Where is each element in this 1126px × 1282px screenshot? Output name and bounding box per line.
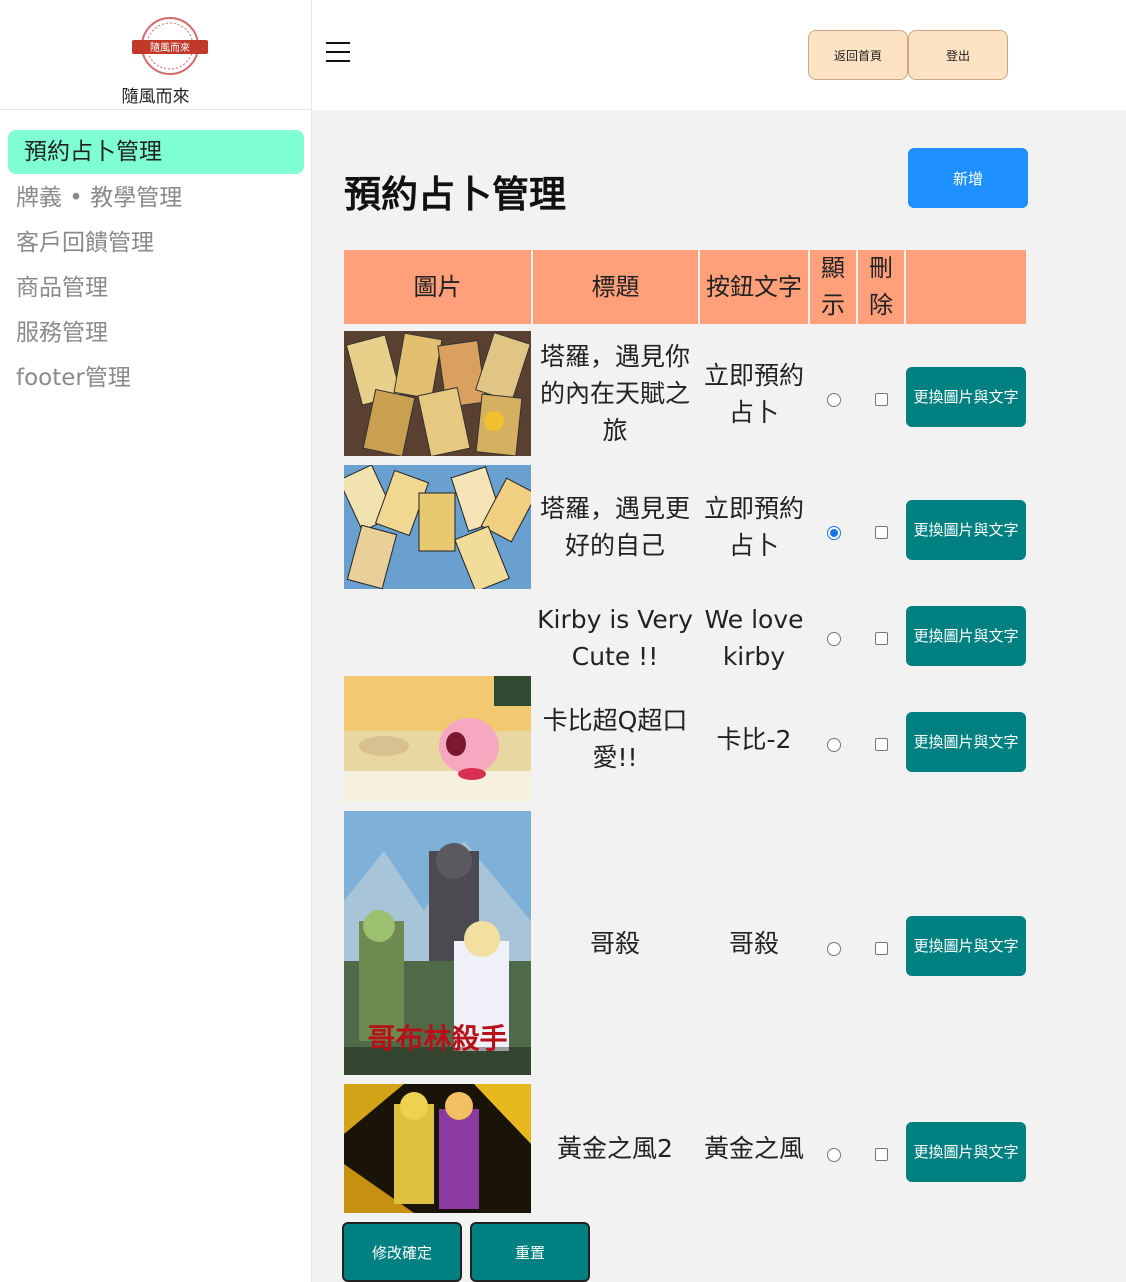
row-title: 塔羅，遇見你的內在天賦之旅 (539, 342, 690, 445)
column-header-show: 顯示 (810, 250, 856, 324)
sidebar-item-services[interactable]: 服務管理 (16, 313, 108, 353)
row-title: 塔羅，遇見更好的自己 (539, 494, 690, 560)
row-title: 黃金之風2 (557, 1134, 673, 1163)
show-radio[interactable] (827, 632, 841, 646)
sidebar-item-feedback[interactable]: 客戶回饋管理 (16, 223, 154, 263)
delete-checkbox[interactable] (875, 1148, 889, 1162)
change-image-text-button[interactable]: 更換圖片與文字 (906, 606, 1026, 666)
row-image: 哥布林殺手 (344, 811, 531, 1075)
home-button[interactable]: 返回首頁 (808, 30, 908, 80)
top-bar: 返回首頁 登出 (312, 0, 1126, 109)
row-image (344, 1084, 531, 1213)
show-radio[interactable] (827, 1148, 841, 1162)
main-content: 預約占卜管理 新增 圖片 標題 按鈕文字 顯示 刪除 塔羅，遇見你的內在天賦之旅… (312, 110, 1126, 1282)
golden-wind-image (344, 1084, 531, 1213)
column-header-delete: 刪除 (858, 250, 904, 324)
logo-area: 隨風而來 隨風而來 (0, 0, 312, 110)
row-title: 哥殺 (589, 928, 640, 958)
svg-text:隨風而來: 隨風而來 (150, 41, 190, 54)
logout-button[interactable]: 登出 (908, 30, 1008, 80)
row-button-text: We love kirby (704, 605, 804, 671)
show-radio[interactable] (827, 393, 841, 407)
poster-caption: 哥布林殺手 (367, 1022, 508, 1055)
row-image (344, 331, 531, 456)
row-title: Kirby is Very Cute !! (537, 605, 693, 671)
menu-icon[interactable] (326, 42, 350, 64)
change-image-text-button[interactable]: 更換圖片與文字 (906, 712, 1026, 772)
confirm-button[interactable]: 修改確定 (342, 1222, 462, 1282)
show-radio[interactable] (827, 526, 841, 540)
row-button-text: 卡比-2 (716, 724, 792, 754)
column-header-button-text: 按鈕文字 (700, 250, 808, 324)
row-image (344, 676, 531, 802)
row-button-text: 立即預約占卜 (703, 360, 804, 427)
sidebar-item-booking[interactable]: 預約占卜管理 (8, 130, 304, 174)
row-button-text: 哥殺 (728, 928, 779, 958)
sidebar: 預約占卜管理 牌義 • 教學管理 客戶回饋管理 商品管理 服務管理 footer… (0, 110, 312, 1282)
sidebar-item-teaching[interactable]: 牌義 • 教學管理 (16, 178, 182, 218)
page-title: 預約占卜管理 (344, 173, 566, 216)
sidebar-item-footer[interactable]: footer管理 (16, 358, 131, 398)
sidebar-item-products[interactable]: 商品管理 (16, 268, 108, 308)
change-image-text-button[interactable]: 更換圖片與文字 (906, 916, 1026, 976)
row-image (344, 465, 531, 589)
show-radio[interactable] (827, 738, 841, 752)
add-button[interactable]: 新增 (908, 148, 1028, 208)
change-image-text-button[interactable]: 更換圖片與文字 (906, 1122, 1026, 1182)
reset-button[interactable]: 重置 (470, 1222, 590, 1282)
show-radio[interactable] (827, 942, 841, 956)
delete-checkbox[interactable] (875, 393, 889, 407)
delete-checkbox[interactable] (875, 942, 889, 956)
kirby-image (344, 676, 531, 802)
column-header-image: 圖片 (344, 250, 531, 324)
column-header-actions (906, 250, 1026, 324)
delete-checkbox[interactable] (875, 738, 889, 752)
change-image-text-button[interactable]: 更換圖片與文字 (906, 367, 1026, 427)
logo-seal-icon: 隨風而來 (132, 17, 208, 75)
row-button-text: 黃金之風 (703, 1134, 804, 1163)
delete-checkbox[interactable] (875, 632, 889, 646)
row-button-text: 立即預約占卜 (703, 494, 804, 560)
row-title: 卡比超Q超口愛!! (542, 706, 688, 772)
tarot-scatter-image (344, 465, 531, 589)
column-header-title: 標題 (533, 250, 698, 324)
delete-checkbox[interactable] (875, 526, 889, 540)
tarot-cards-image (344, 331, 531, 456)
change-image-text-button[interactable]: 更換圖片與文字 (906, 500, 1026, 560)
logo-text: 隨風而來 (121, 87, 190, 107)
